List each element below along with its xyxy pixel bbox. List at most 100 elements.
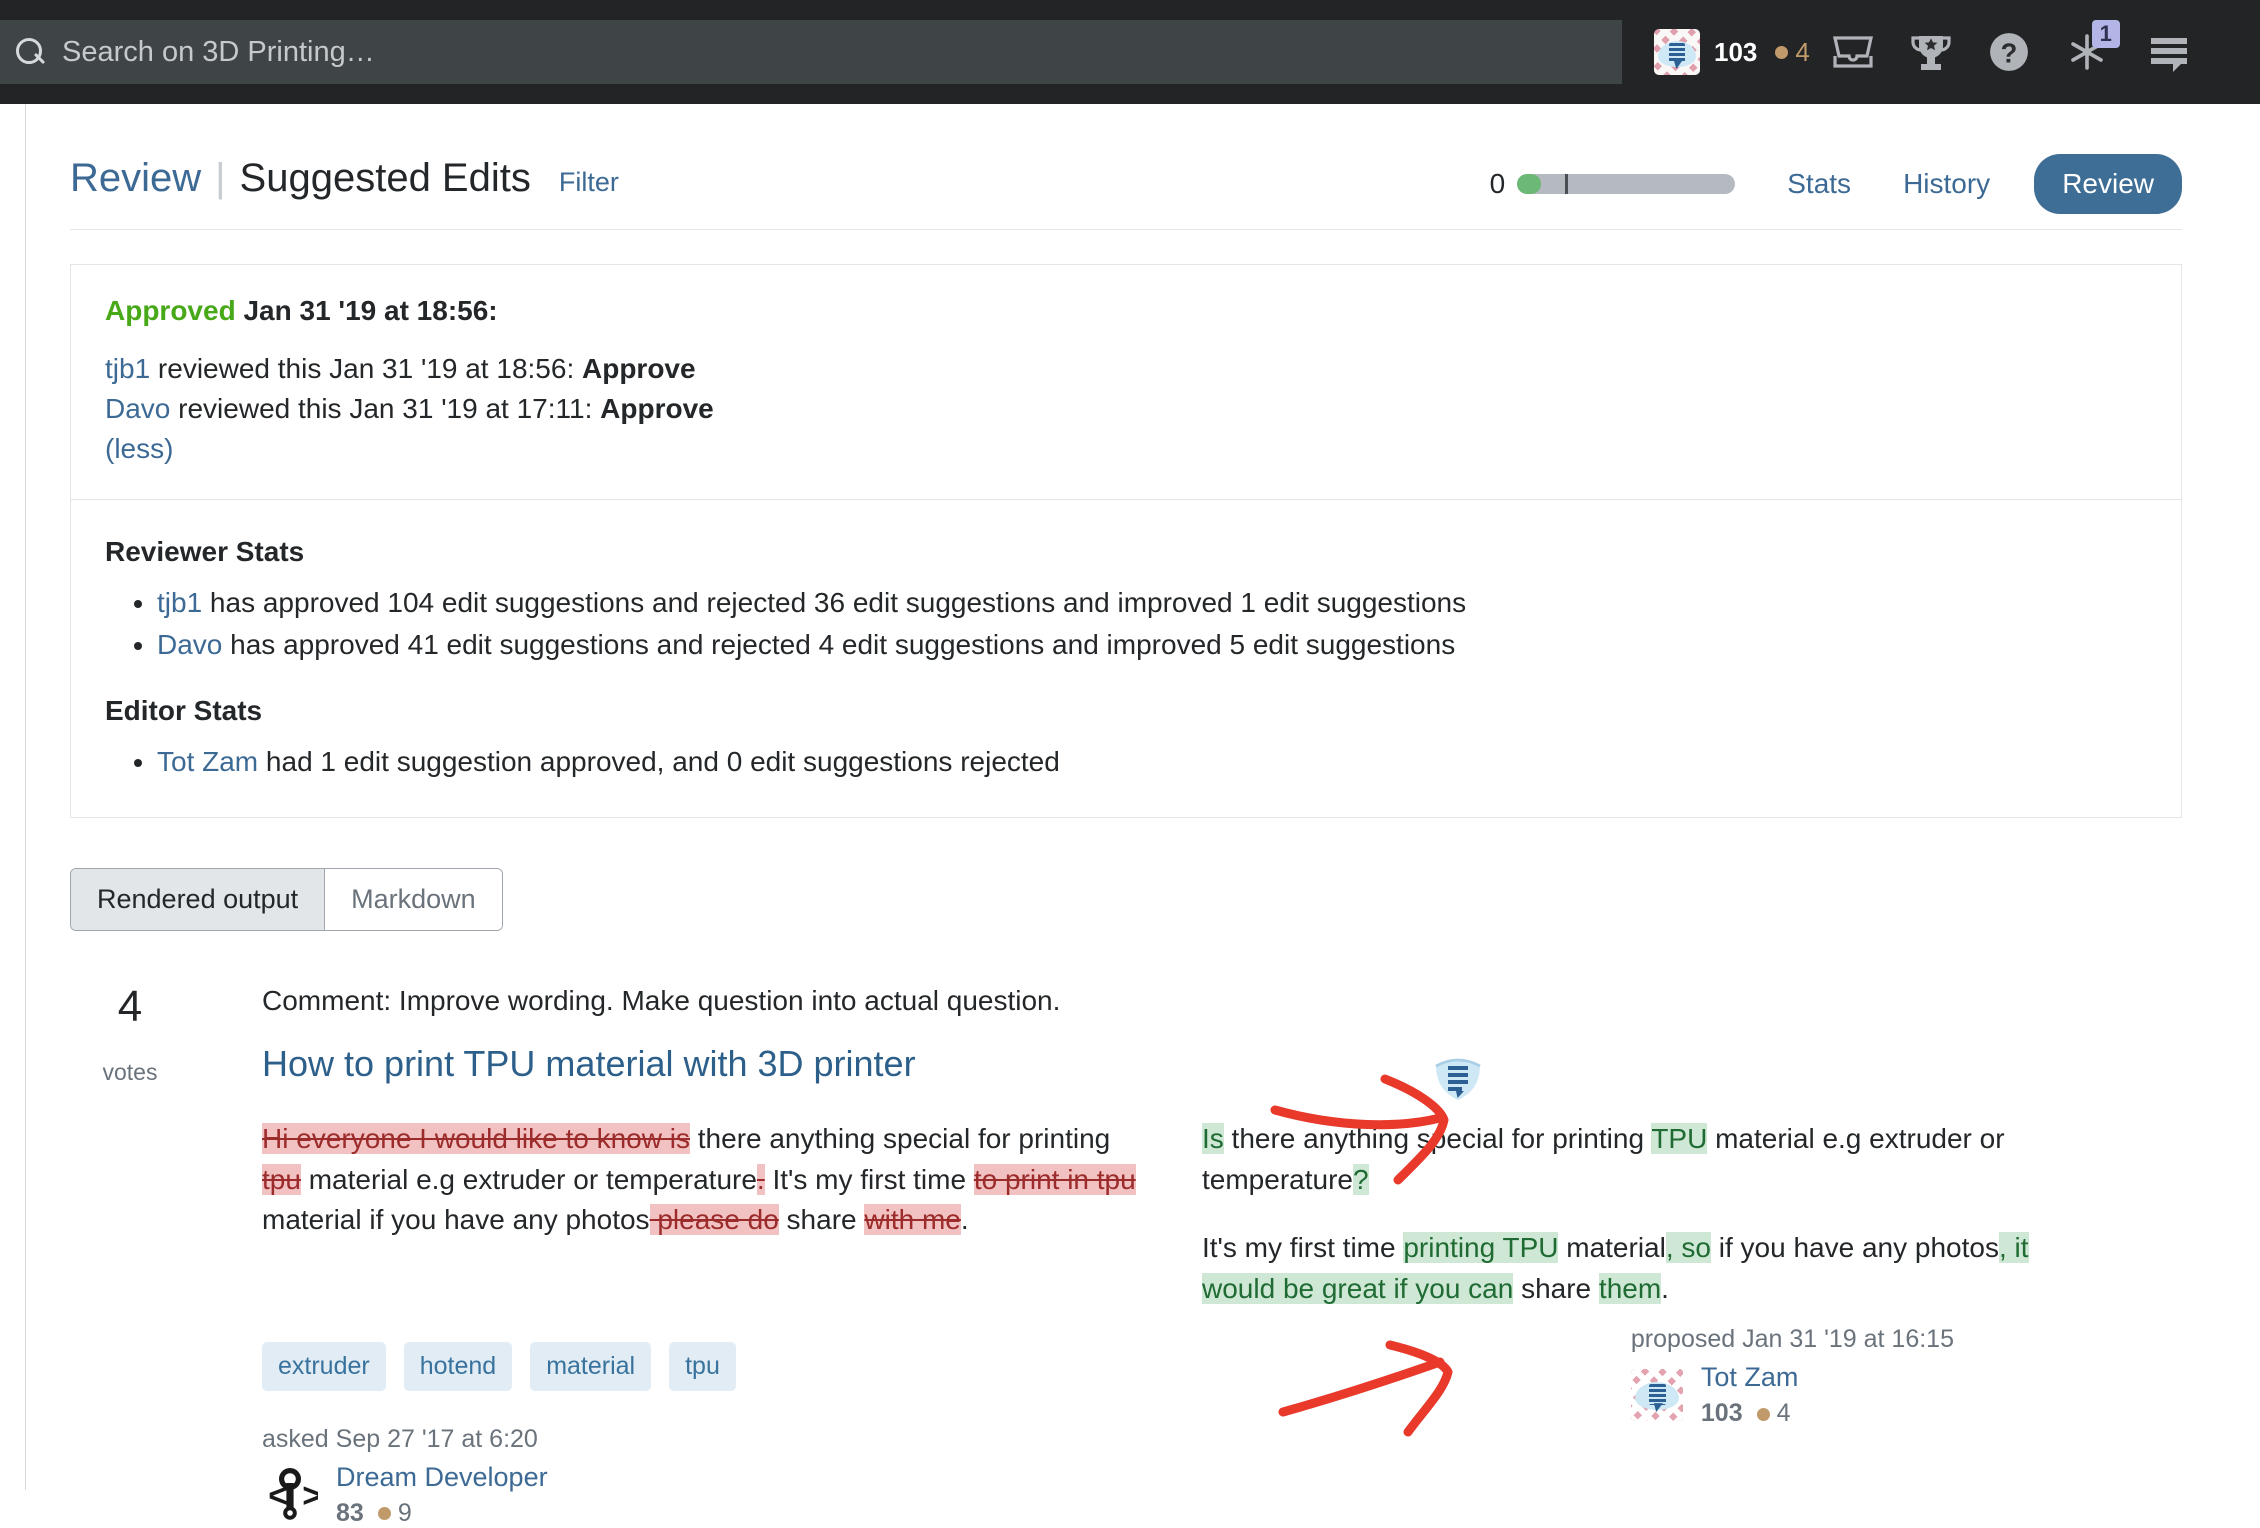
diff-proposed-paragraph: Is there anything special for printing T… (1202, 1119, 2102, 1200)
diff-proposed-column: Is there anything special for printing T… (1202, 1119, 2102, 1337)
asker-name[interactable]: Dream Developer (336, 1462, 548, 1492)
view-mode-toggle: Rendered output Markdown (70, 868, 503, 932)
vote-column: 4 votes (70, 985, 190, 1527)
asker-badge-count: 9 (397, 1498, 412, 1527)
reviewer-stat-text: has approved 41 edit suggestions and rej… (222, 629, 1456, 661)
list-item: tjb1 has approved 104 edit suggestions a… (157, 582, 2147, 625)
bronze-badge-icon (1756, 1408, 1770, 1422)
diff-unchanged-text: there anything special for printing (1223, 1123, 1652, 1155)
diff-unchanged-text: material (1558, 1232, 1666, 1264)
site-switcher-icon[interactable]: 1 (2048, 0, 2126, 104)
proposer-user-link[interactable]: Tot Zam 103 4 (1630, 1362, 1954, 1428)
diff-unchanged-text: material if you have any photos (262, 1204, 650, 1236)
tab-markdown[interactable]: Markdown (325, 869, 502, 931)
review-result-card: Approved Jan 31 '19 at 18:56: tjb1 revie… (70, 264, 2182, 819)
diff-unchanged-text: It's my first time (764, 1163, 974, 1195)
diff-unchanged-text: material e.g extruder or temperature (300, 1163, 757, 1195)
header-divider (70, 229, 2182, 230)
reviewer-link[interactable]: tjb1 (105, 353, 150, 384)
breadcrumb-review-link[interactable]: Review (70, 156, 201, 201)
search-input[interactable] (60, 34, 1460, 70)
proposer-rep-value: 103 (1700, 1399, 1743, 1428)
diff-deleted-text: tpu (262, 1163, 301, 1195)
question-title[interactable]: How to print TPU material with 3D printe… (262, 1043, 2200, 1085)
diff-deleted-text: Hi everyone I would like to know is (262, 1123, 690, 1155)
asker-rep-value: 83 (336, 1498, 364, 1527)
top-bar-icons: 103 4 ? 1 (1640, 0, 2212, 104)
tab-history[interactable]: History (1903, 168, 1990, 200)
trophy-icon[interactable] (1892, 0, 1970, 104)
proposed-timestamp: proposed Jan 31 '19 at 16:15 (1630, 1325, 1954, 1354)
approved-timestamp: Jan 31 '19 at 18:56: (243, 295, 498, 326)
avatar (1654, 29, 1700, 75)
proposer-name[interactable]: Tot Zam (1701, 1362, 1799, 1392)
bronze-badge-icon (1775, 45, 1789, 59)
less-toggle-link[interactable]: (less) (105, 433, 173, 465)
review-action: Approve (582, 353, 696, 384)
reviewer-stats-list: tjb1 has approved 104 edit suggestions a… (105, 582, 2147, 667)
tag[interactable]: material (530, 1341, 652, 1391)
search-icon (10, 33, 48, 71)
reviewer-stats-heading: Reviewer Stats (105, 535, 305, 567)
badge-count: 4 (1795, 36, 1810, 67)
reviewer-link[interactable]: tjb1 (157, 587, 202, 618)
review-progress-bar (1517, 174, 1736, 194)
diff-deleted-text: with me (864, 1204, 961, 1236)
edit-comment: Comment: Improve wording. Make question … (262, 985, 1061, 1017)
reviewer-link[interactable]: Davo (105, 393, 170, 424)
tab-rendered-output[interactable]: Rendered output (71, 869, 325, 931)
review-button[interactable]: Review (2034, 154, 2182, 214)
reputation-count: 103 (1714, 36, 1758, 67)
search-box[interactable] (0, 20, 1622, 84)
diff-unchanged-text: share (1513, 1272, 1599, 1304)
tag[interactable]: tpu (669, 1341, 736, 1391)
diff-unchanged-text: . (1661, 1272, 1669, 1304)
mask-logo-icon (1430, 1052, 1486, 1104)
diff-inserted-text: , so (1665, 1232, 1711, 1264)
diff-unchanged-text: It's my first time (1202, 1232, 1404, 1264)
diff-proposed-paragraph: It's my first time printing TPU material… (1202, 1228, 2102, 1309)
diff-inserted-text: ? (1352, 1163, 1369, 1195)
editor-stat-text: had 1 edit suggestion approved, and 0 ed… (258, 745, 1060, 777)
help-icon[interactable]: ? (1970, 0, 2048, 104)
reviewer-stat-text: has approved 104 edit suggestions and re… (202, 586, 1467, 618)
page-title: Suggested Edits (239, 156, 531, 200)
diff-deleted-text: to print in tpu (973, 1163, 1136, 1195)
diff-inserted-text: Is (1202, 1123, 1224, 1155)
editor-stats-heading: Editor Stats (105, 694, 263, 726)
asker-card[interactable]: < > Dream Developer 83 9 (262, 1462, 2200, 1528)
tag[interactable]: extruder (262, 1341, 386, 1391)
diff-inserted-text: them (1598, 1272, 1662, 1304)
filter-link[interactable]: Filter (559, 167, 619, 198)
reviewer-link[interactable]: Davo (157, 629, 222, 660)
approved-heading: Approved Jan 31 '19 at 18:56: (105, 295, 2147, 327)
diff-deleted-text: . (756, 1163, 765, 1195)
proposer-reputation: 103 4 (1701, 1399, 1799, 1428)
editor-link[interactable]: Tot Zam (157, 746, 258, 777)
svg-text:?: ? (2001, 38, 2018, 69)
inbox-icon[interactable] (1814, 0, 1892, 104)
review-entry: tjb1 reviewed this Jan 31 '19 at 18:56: … (105, 349, 2147, 389)
bronze-badge-icon (377, 1507, 391, 1521)
review-entry: Davo reviewed this Jan 31 '19 at 17:11: … (105, 389, 2147, 429)
diff-unchanged-text: if you have any photos (1710, 1232, 1999, 1264)
diff-original-paragraph: Hi everyone I would like to know is ther… (262, 1119, 1142, 1241)
top-navigation-bar: 103 4 ? (0, 0, 2260, 104)
diff-inserted-text: TPU (1651, 1123, 1708, 1155)
code-wrench-avatar: < > (262, 1467, 318, 1523)
review-summary: Approved Jan 31 '19 at 18:56: tjb1 revie… (71, 265, 2181, 500)
hamburger-icon[interactable] (2126, 0, 2212, 104)
editor-stats-list: Tot Zam had 1 edit suggestion approved, … (105, 741, 2147, 784)
edit-suggestion-post: 4 votes Comment: Improve wording. Make q… (70, 985, 2200, 1527)
post-body: Comment: Improve wording. Make question … (190, 985, 2200, 1527)
diff-original-column: Hi everyone I would like to know is ther… (262, 1119, 1142, 1337)
tab-stats[interactable]: Stats (1787, 168, 1851, 200)
list-item: Tot Zam had 1 edit suggestion approved, … (157, 741, 2147, 784)
user-profile-link[interactable]: 103 4 (1640, 0, 1814, 104)
tag[interactable]: hotend (403, 1341, 513, 1391)
stats-section: Reviewer Stats tjb1 has approved 104 edi… (71, 500, 2181, 818)
diff-row: Hi everyone I would like to know is ther… (262, 1119, 2200, 1337)
asked-timestamp: asked Sep 27 '17 at 6:20 (262, 1424, 538, 1453)
diff-unchanged-text: share (778, 1204, 865, 1236)
diff-unchanged-text: there anything special for printing (689, 1123, 1111, 1155)
